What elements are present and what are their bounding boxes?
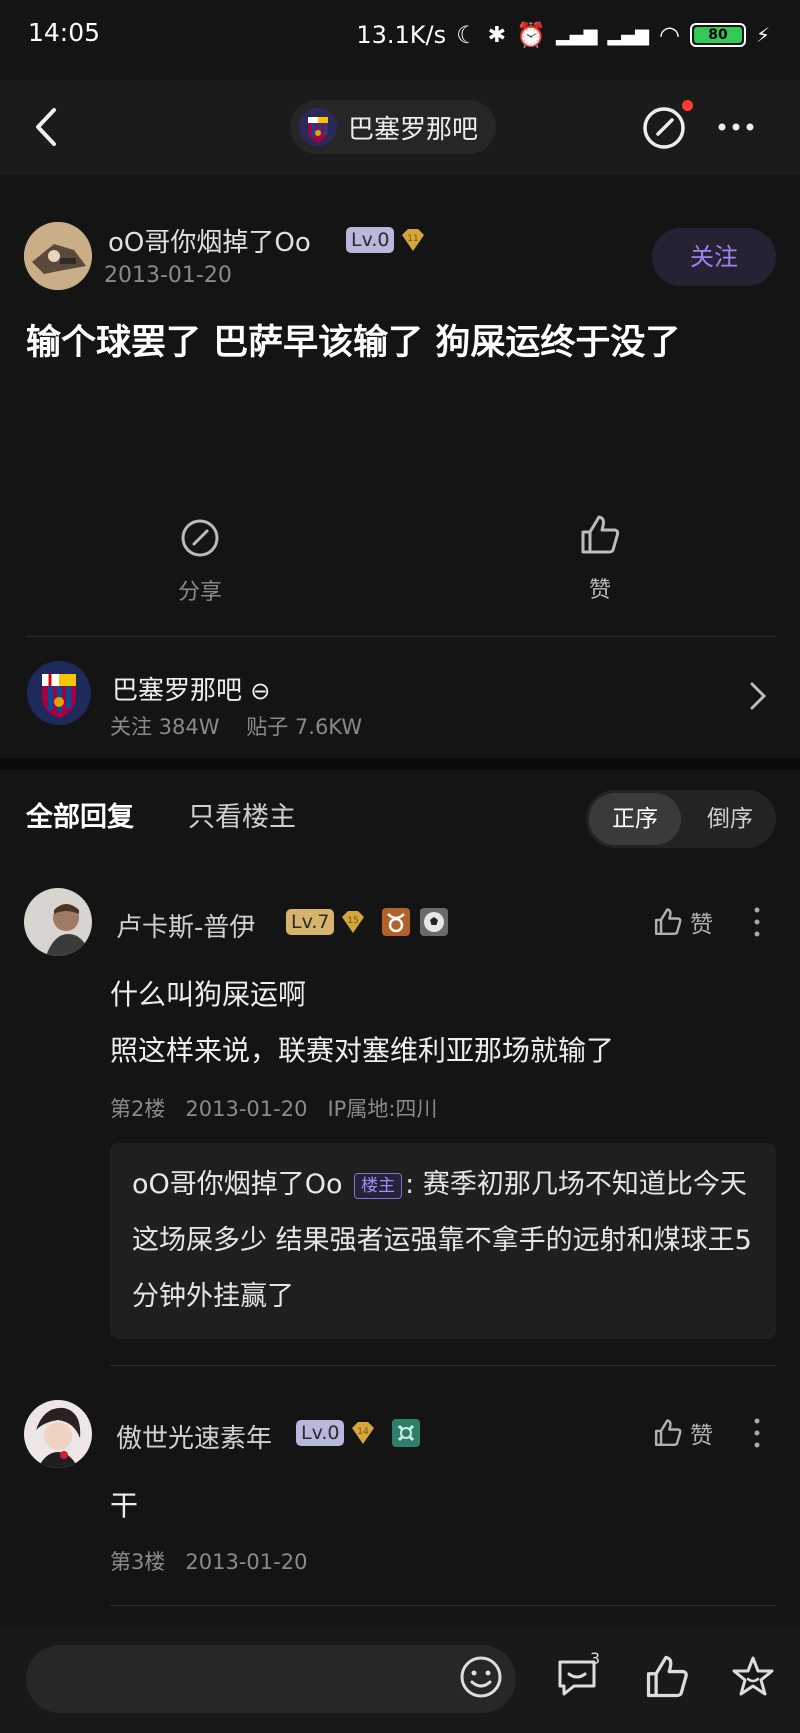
taurus-icon bbox=[382, 908, 410, 936]
tab-host-only[interactable]: 只看楼主 bbox=[188, 795, 296, 834]
post-author-name[interactable]: oO哥你烟掉了Oo bbox=[108, 222, 311, 259]
sort-desc-button[interactable]: 倒序 bbox=[686, 793, 774, 845]
signal-icon-2: ▂▄▆ bbox=[607, 24, 649, 46]
host-badge: 楼主 bbox=[354, 1172, 403, 1199]
sub-reply: oO哥你烟掉了Oo 楼主: 赛季初那几场不知道比今天这场屎多少 结果强者运强靠不… bbox=[132, 1157, 772, 1325]
diamond-icon: 11 bbox=[402, 229, 424, 251]
comment-author-name[interactable]: 卢卡斯-普伊 bbox=[116, 907, 255, 944]
reply-colon: : bbox=[405, 1169, 423, 1200]
author-avatar[interactable] bbox=[24, 222, 92, 290]
comment-text: 什么叫狗屎运啊 bbox=[110, 978, 307, 1011]
diamond-number: 14 bbox=[357, 1427, 369, 1437]
divider bbox=[110, 1365, 776, 1366]
battery-level: 80 bbox=[693, 27, 742, 43]
forum-stats: 关注 384W 贴子 7.6KW bbox=[110, 711, 362, 741]
level-badge: Lv.7 bbox=[286, 909, 335, 935]
moon-icon: ☾ bbox=[456, 21, 478, 49]
divider bbox=[110, 1605, 776, 1606]
comment-date: 2013-01-20 bbox=[185, 1550, 308, 1574]
signal-icon: ▂▄▆ bbox=[555, 24, 598, 46]
thumbs-up-icon bbox=[654, 1419, 682, 1447]
comment-meta: 第2楼 2013-01-20 IP属地:四川 bbox=[110, 1093, 437, 1123]
comment-like-label: 赞 bbox=[690, 912, 713, 938]
post-title: 输个球罢了 巴萨早该输了 狗屎运终于没了 bbox=[26, 323, 681, 363]
barca-crest-icon bbox=[299, 108, 337, 146]
diamond-number: 15 bbox=[347, 916, 358, 926]
comment-meta: 第3楼 2013-01-20 bbox=[110, 1546, 307, 1576]
divider bbox=[26, 636, 776, 637]
forum-row-name[interactable]: 巴塞罗那吧 ⊖ bbox=[112, 670, 270, 707]
ip-location: IP属地:四川 bbox=[327, 1097, 438, 1121]
chevron-right-icon[interactable] bbox=[748, 680, 768, 712]
diamond-icon: 15 bbox=[342, 911, 364, 933]
sub-reply-author[interactable]: oO哥你烟掉了Oo bbox=[132, 1169, 343, 1200]
share-icon bbox=[181, 519, 219, 557]
level-badge: Lv.0 bbox=[346, 227, 395, 253]
floor-number: 第2楼 bbox=[110, 1097, 166, 1121]
comment-text: 照这样来说，联赛对塞维利亚那场就输了 bbox=[110, 1034, 615, 1067]
comment-date: 2013-01-20 bbox=[185, 1097, 308, 1121]
comment-avatar[interactable] bbox=[24, 1400, 92, 1468]
section-separator bbox=[0, 758, 800, 770]
status-time: 14:05 bbox=[28, 18, 101, 47]
forum-chip[interactable]: 巴塞罗那吧 bbox=[290, 100, 497, 154]
comment-like-button[interactable]: 赞 bbox=[652, 905, 713, 939]
football-icon bbox=[420, 908, 448, 936]
share-action[interactable]: 分享 bbox=[130, 516, 270, 606]
bluetooth-icon: ✱ bbox=[487, 22, 507, 48]
sort-toggle: 正序 倒序 bbox=[586, 790, 776, 848]
comment-like-label: 赞 bbox=[690, 1423, 713, 1449]
comment-more-icon[interactable] bbox=[752, 1416, 762, 1450]
sort-asc-button[interactable]: 正序 bbox=[589, 793, 681, 845]
forum-title: 巴塞罗那吧 bbox=[348, 114, 479, 145]
forum-logo[interactable] bbox=[26, 660, 92, 726]
back-arrow-icon[interactable] bbox=[26, 102, 66, 152]
more-options-icon[interactable] bbox=[712, 110, 760, 144]
forum-row-title: 巴塞罗那吧 bbox=[112, 676, 243, 706]
diamond-number: 11 bbox=[407, 234, 418, 244]
charging-icon: ⚡ bbox=[755, 23, 770, 47]
like-action[interactable]: 赞 bbox=[530, 512, 670, 604]
star-icon[interactable] bbox=[728, 1652, 778, 1702]
status-icons: 13.1K/s ☾ ✱ ⏰ ▂▄▆ ▂▄▆ ◠ 80 ⚡ bbox=[356, 18, 770, 52]
forum-level-icon: ⊖ bbox=[250, 677, 271, 705]
comment-count: 3 bbox=[590, 1649, 601, 1668]
bottom-bar: 3 bbox=[0, 1625, 800, 1733]
badge-icon bbox=[392, 1419, 420, 1447]
forum-followers: 关注 384W bbox=[110, 715, 220, 739]
edit-post-icon[interactable] bbox=[640, 104, 688, 152]
alarm-icon: ⏰ bbox=[516, 21, 546, 49]
top-nav-bar: 巴塞罗那吧 bbox=[0, 80, 800, 175]
battery-icon: 80 bbox=[689, 23, 746, 47]
thumbs-up-icon bbox=[654, 908, 682, 936]
thumbs-up-icon bbox=[581, 515, 620, 554]
thumbs-up-icon[interactable] bbox=[642, 1652, 692, 1702]
forum-posts: 贴子 7.6KW bbox=[246, 715, 363, 739]
comment-like-button[interactable]: 赞 bbox=[652, 1416, 713, 1450]
level-badge: Lv.0 bbox=[296, 1420, 345, 1446]
comment-more-icon[interactable] bbox=[752, 905, 762, 939]
diamond-icon: 14 bbox=[352, 1422, 374, 1444]
comment-author-name[interactable]: 傲世光速素年 bbox=[116, 1418, 272, 1455]
comment-text: 干 bbox=[110, 1489, 139, 1522]
sub-reply-box[interactable]: oO哥你烟掉了Oo 楼主: 赛季初那几场不知道比今天这场屎多少 结果强者运强靠不… bbox=[110, 1143, 776, 1339]
comment-avatar[interactable] bbox=[24, 888, 92, 956]
status-bar: 14:05 13.1K/s ☾ ✱ ⏰ ▂▄▆ ▂▄▆ ◠ 80 ⚡ bbox=[0, 0, 800, 70]
follow-button[interactable]: 关注 bbox=[652, 228, 776, 286]
tab-all-replies[interactable]: 全部回复 bbox=[26, 795, 134, 834]
share-label: 分享 bbox=[177, 580, 222, 605]
network-speed: 13.1K/s bbox=[356, 21, 447, 49]
post-date: 2013-01-20 bbox=[104, 263, 232, 288]
like-label: 赞 bbox=[588, 578, 611, 603]
reply-input[interactable] bbox=[26, 1645, 516, 1713]
floor-number: 第3楼 bbox=[110, 1550, 166, 1574]
wifi-icon: ◠ bbox=[659, 21, 680, 49]
notification-dot bbox=[682, 100, 693, 111]
emoji-icon[interactable] bbox=[456, 1652, 506, 1702]
